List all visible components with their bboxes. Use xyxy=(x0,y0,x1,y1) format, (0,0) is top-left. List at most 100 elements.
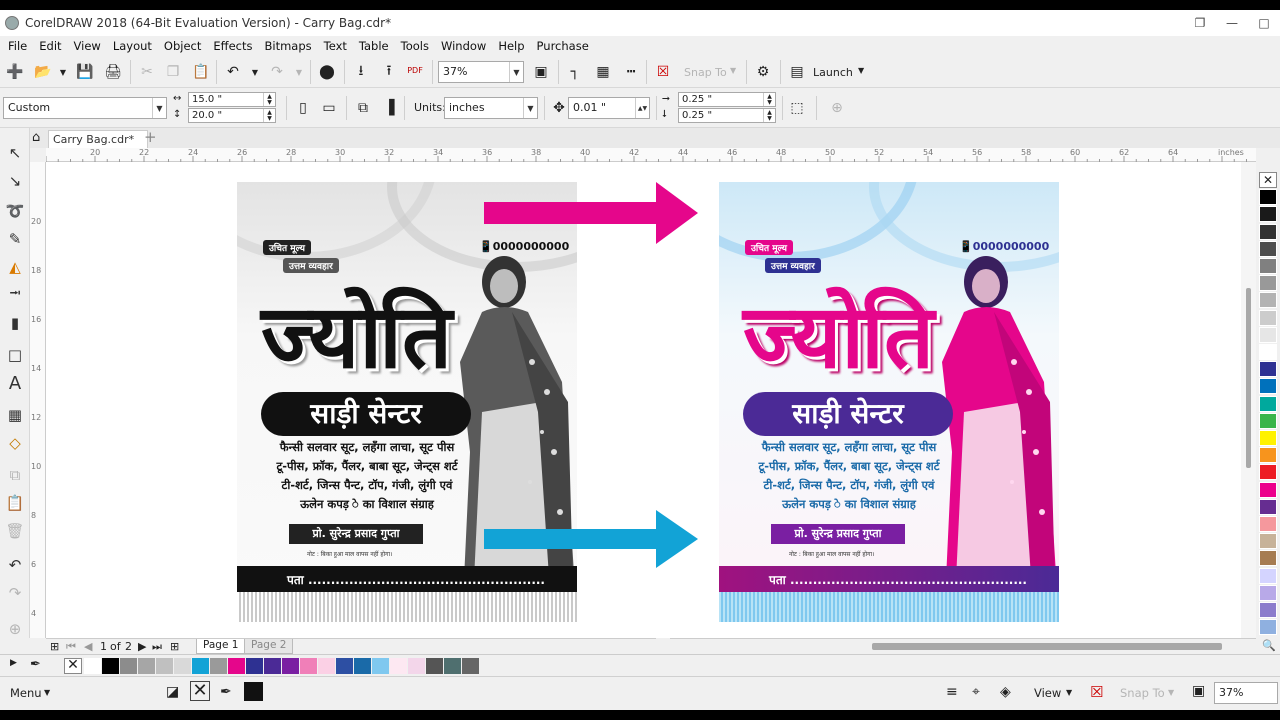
palette-swatch[interactable] xyxy=(1259,395,1277,412)
palette-swatch[interactable] xyxy=(1259,498,1277,515)
document-palette-swatch[interactable] xyxy=(210,658,227,674)
publish-pdf-icon[interactable]: PDF xyxy=(404,59,426,81)
no-color-swatch[interactable]: ✕ xyxy=(64,658,82,674)
palette-swatch[interactable] xyxy=(1259,567,1277,584)
chevron-down-icon[interactable]: ▼ xyxy=(152,98,166,118)
menu-bitmaps[interactable]: Bitmaps xyxy=(260,39,319,53)
palette-swatch[interactable] xyxy=(1259,240,1277,257)
document-palette-swatch[interactable] xyxy=(354,658,371,674)
menu-window[interactable]: Window xyxy=(437,39,494,53)
palette-swatch[interactable] xyxy=(1259,464,1277,481)
snap-off-icon[interactable]: ☒ xyxy=(652,61,674,83)
palette-swatch[interactable] xyxy=(1259,344,1277,360)
document-palette-swatch[interactable] xyxy=(444,658,461,674)
document-tab[interactable]: Carry Bag.cdr* xyxy=(48,130,148,148)
restore-icon[interactable]: ❐ xyxy=(1184,10,1216,36)
palette-swatch[interactable] xyxy=(1259,412,1277,429)
menu-tools[interactable]: Tools xyxy=(397,39,437,53)
status-snap-label[interactable]: Snap To xyxy=(1120,686,1165,700)
artistic-media-icon[interactable]: ◭ xyxy=(4,256,26,278)
new-document-icon[interactable]: ➕ xyxy=(4,61,26,83)
status-menu-dropdown-icon[interactable]: ▼ xyxy=(44,688,50,697)
page-width-field[interactable]: 15.0 " ▲ ▼ xyxy=(188,92,276,107)
document-palette-swatch[interactable] xyxy=(462,658,479,674)
trash-icon[interactable]: 🗑 xyxy=(4,520,26,542)
menu-purchase[interactable]: Purchase xyxy=(533,39,597,53)
outline-pen-icon[interactable]: ✒ xyxy=(220,684,232,700)
document-palette-swatch[interactable] xyxy=(192,658,209,674)
palette-swatch[interactable] xyxy=(1259,326,1277,343)
document-palette-swatch[interactable] xyxy=(264,658,281,674)
next-page-icon[interactable]: ▶ xyxy=(138,640,146,653)
zoom-navigator-icon[interactable]: 🔍 xyxy=(1262,639,1276,652)
document-palette-swatch[interactable] xyxy=(156,658,173,674)
add-page-after-icon[interactable]: ⊞ xyxy=(170,640,179,653)
paste-icon[interactable]: 📋 xyxy=(190,61,212,83)
text-tool-icon[interactable]: A xyxy=(4,372,26,394)
palette-swatch[interactable] xyxy=(1259,584,1277,601)
document-palette-swatch[interactable] xyxy=(336,658,353,674)
palette-expand-icon[interactable]: ▶ xyxy=(10,658,17,668)
page-height-field[interactable]: 20.0 " ▲ ▼ xyxy=(188,108,276,123)
document-palette-swatch[interactable] xyxy=(174,658,191,674)
document-palette-swatch[interactable] xyxy=(84,658,101,674)
document-palette-swatch[interactable] xyxy=(228,658,245,674)
last-page-icon[interactable]: ⏭ xyxy=(152,640,162,654)
status-view-label[interactable]: View xyxy=(1034,686,1061,700)
launch-icon[interactable]: ▤ xyxy=(786,61,808,83)
first-page-icon[interactable]: ⏮ xyxy=(66,640,76,654)
snap-to-label[interactable]: Snap To xyxy=(684,66,727,79)
maximize-icon[interactable]: □ xyxy=(1248,10,1280,36)
new-tab-icon[interactable]: + xyxy=(144,128,157,146)
palette-swatch[interactable] xyxy=(1259,309,1277,326)
undo-icon[interactable]: ↶ xyxy=(4,554,26,576)
drawing-canvas[interactable]: उचित मूल्य उत्तम व्यवहार 📱0000000000 ज्य… xyxy=(46,162,1256,638)
palette-swatch[interactable] xyxy=(1259,550,1277,567)
menu-table[interactable]: Table xyxy=(355,39,397,53)
chevron-down-icon[interactable]: ▼ xyxy=(523,98,537,118)
menu-text[interactable]: Text xyxy=(320,39,355,53)
status-view-dropdown-icon[interactable]: ▼ xyxy=(1066,688,1072,697)
menu-effects[interactable]: Effects xyxy=(209,39,260,53)
fill-tool-icon[interactable]: ◇ xyxy=(4,432,26,454)
portrait-icon[interactable]: ▯ xyxy=(292,97,314,119)
open-icon[interactable]: 📂 xyxy=(32,61,54,83)
menu-layout[interactable]: Layout xyxy=(109,39,160,53)
launch-dropdown-icon[interactable]: ▼ xyxy=(858,66,864,75)
nudge-field[interactable]: 0.01 " ▲▼ xyxy=(568,97,650,119)
object-copy-icon[interactable]: ⧉ xyxy=(4,464,26,486)
shape-tool-icon[interactable]: ↘ xyxy=(4,170,26,192)
page-size-combo[interactable]: Custom ▼ xyxy=(3,97,167,119)
prev-page-icon[interactable]: ◀ xyxy=(84,640,92,653)
spin-arrows-icon[interactable]: ▲▼ xyxy=(763,109,775,122)
full-screen-icon[interactable]: ▣ xyxy=(530,61,552,83)
palette-swatch[interactable] xyxy=(1259,602,1277,618)
show-rulers-icon[interactable]: ┐ xyxy=(564,61,586,83)
palette-swatch[interactable] xyxy=(1259,378,1277,395)
undo-dropdown-icon[interactable]: ▼ xyxy=(244,61,266,83)
landscape-icon[interactable]: ▭ xyxy=(318,97,340,119)
vertical-scrollbar[interactable] xyxy=(1241,162,1256,638)
current-page-number[interactable]: 1 xyxy=(100,640,107,653)
status-zoom-combo[interactable]: 37% xyxy=(1214,682,1278,704)
zoom-level-combo[interactable]: 37% ▼ xyxy=(438,61,524,83)
snap-dropdown-icon[interactable]: ▼ xyxy=(730,66,736,75)
print-icon[interactable]: 🖨 xyxy=(102,61,124,83)
horizontal-scrollbar[interactable]: 🔍 xyxy=(670,638,1276,654)
menu-view[interactable]: View xyxy=(70,39,109,53)
palette-swatch[interactable] xyxy=(1259,447,1277,464)
document-palette-swatch[interactable] xyxy=(372,658,389,674)
treat-as-filled-icon[interactable]: ⬚ xyxy=(786,97,808,119)
cut-icon[interactable]: ✂ xyxy=(136,61,158,83)
export-icon[interactable]: ⭱ xyxy=(378,61,400,83)
palette-swatch[interactable] xyxy=(1259,258,1277,274)
menu-object[interactable]: Object xyxy=(160,39,209,53)
freehand-tool-icon[interactable]: ✎ xyxy=(4,228,26,250)
palette-swatch[interactable] xyxy=(1259,533,1277,550)
no-color-swatch[interactable]: ✕ xyxy=(1259,172,1277,188)
snap-off-icon[interactable]: ☒ xyxy=(1090,683,1103,701)
home-icon[interactable]: ⌂ xyxy=(32,130,40,145)
show-guidelines-icon[interactable]: ┅ xyxy=(620,61,642,83)
redo-icon[interactable]: ↷ xyxy=(4,582,26,604)
all-pages-icon[interactable]: ⧉ xyxy=(352,97,374,119)
